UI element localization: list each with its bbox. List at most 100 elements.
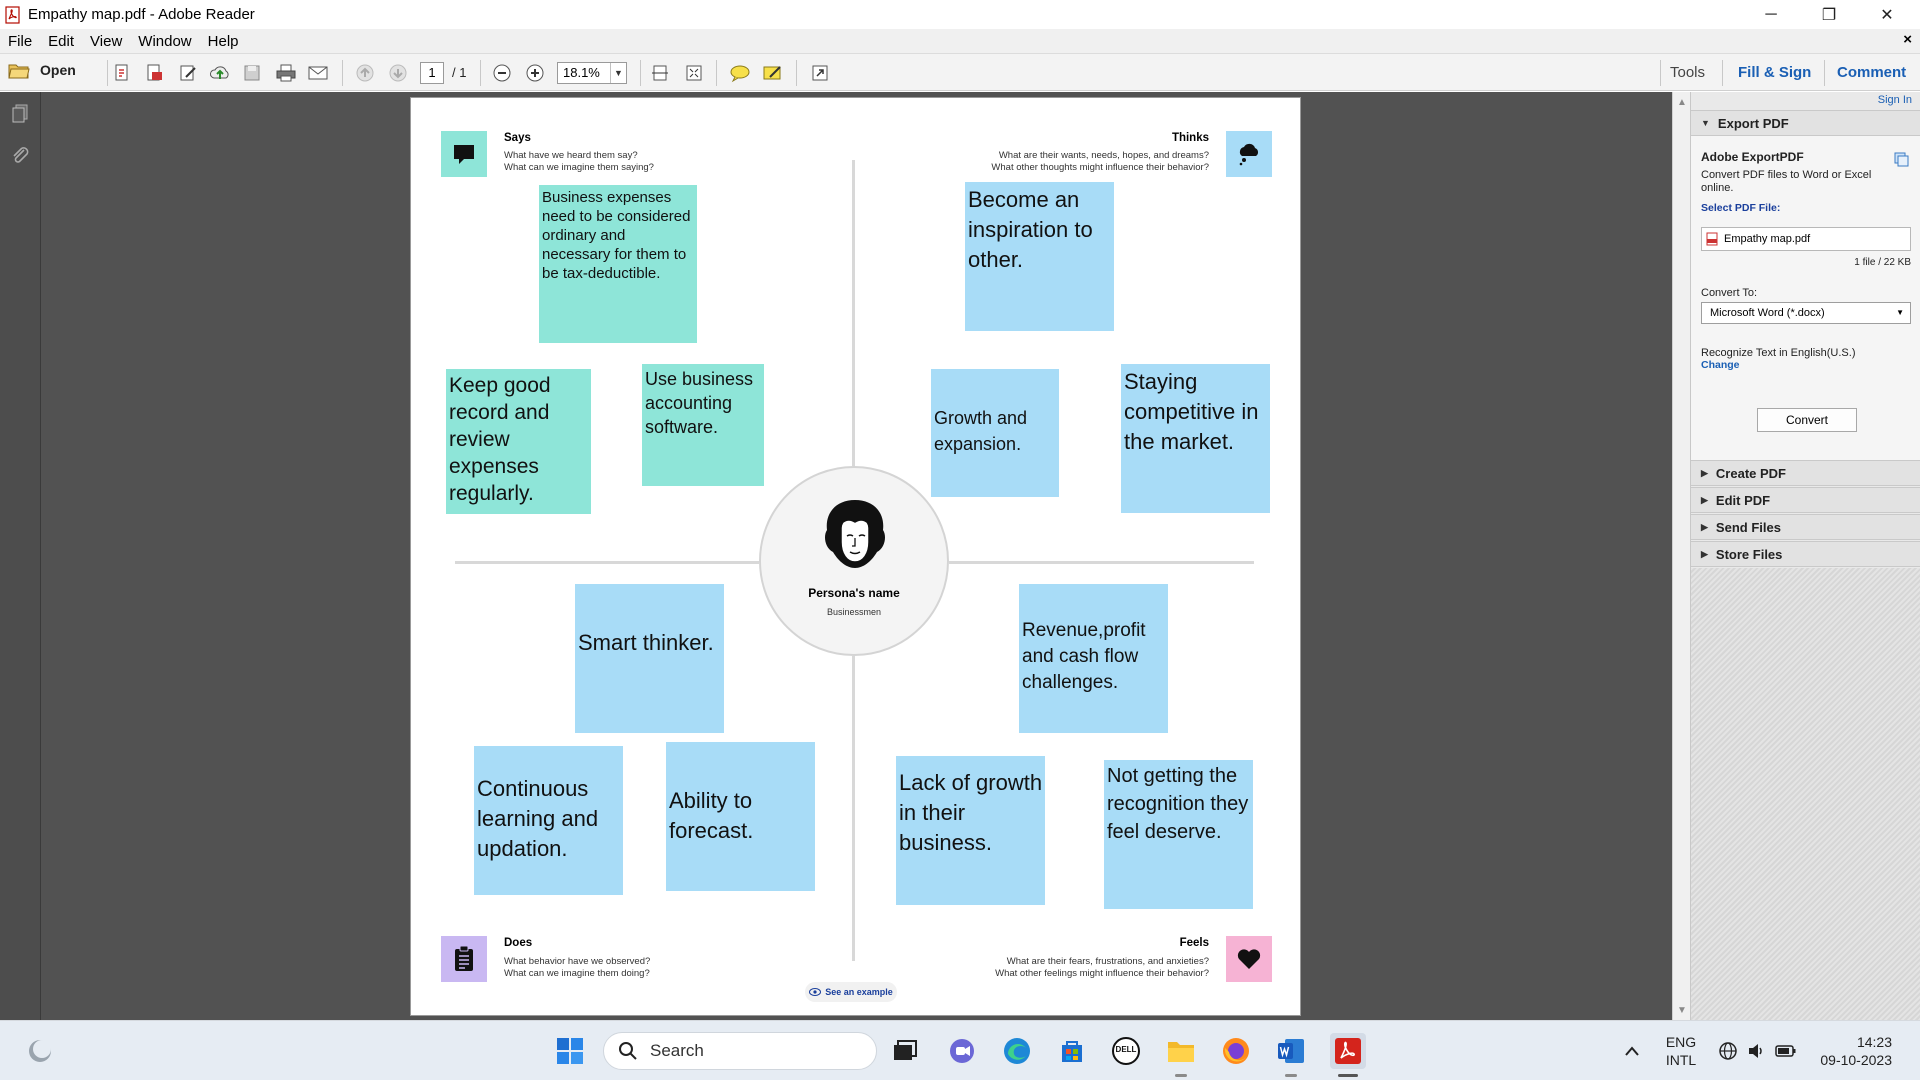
print-icon[interactable] bbox=[274, 62, 298, 84]
persona-role: Businessmen bbox=[826, 607, 882, 617]
taskbar: Search DELL ENG INTL 14:23 09-10-2023 bbox=[0, 1020, 1920, 1080]
zoom-in-icon[interactable] bbox=[523, 62, 547, 84]
sticky-note: Staying competitive in the market. bbox=[1121, 364, 1270, 513]
does-question-2: What can we imagine them doing? bbox=[504, 968, 650, 979]
volume-icon[interactable] bbox=[1740, 1035, 1772, 1067]
comment-tab[interactable]: Comment bbox=[1837, 64, 1906, 81]
fill-sign-tab[interactable]: Fill & Sign bbox=[1738, 64, 1811, 81]
send-files-section[interactable]: ▶ Send Files bbox=[1691, 514, 1920, 540]
zoom-out-icon[interactable] bbox=[490, 62, 514, 84]
tools-pane: Sign In ▼ Export PDF Adobe ExportPDF Con… bbox=[1690, 92, 1920, 1020]
export-pdf-label: Export PDF bbox=[1717, 115, 1789, 131]
convert-to-label: Convert To: bbox=[1701, 287, 1758, 299]
convert-to-select[interactable]: Microsoft Word (*.docx) ▼ bbox=[1701, 302, 1911, 324]
title-bar: Empathy map.pdf - Adobe Reader bbox=[0, 0, 1920, 29]
folder-icon bbox=[8, 61, 30, 79]
search-icon bbox=[618, 1041, 638, 1061]
taskbar-search-box[interactable]: Search bbox=[603, 1032, 877, 1070]
open-button[interactable]: Open bbox=[8, 61, 76, 79]
word-icon[interactable] bbox=[1275, 1035, 1307, 1067]
convert-pdf-icon[interactable] bbox=[142, 62, 166, 84]
quadrant-divider-vertical-bottom bbox=[852, 656, 855, 961]
search-placeholder: Search bbox=[650, 1041, 704, 1060]
menu-file[interactable]: File bbox=[0, 33, 40, 50]
scroll-down-icon[interactable]: ▼ bbox=[1677, 1005, 1687, 1016]
store-files-label: Store Files bbox=[1715, 546, 1783, 562]
edit-pdf-icon[interactable] bbox=[176, 62, 200, 84]
tools-tab[interactable]: Tools bbox=[1670, 64, 1705, 81]
change-language-link[interactable]: Change bbox=[1701, 359, 1740, 372]
send-files-label: Send Files bbox=[1715, 519, 1781, 535]
sticky-note-icon[interactable] bbox=[728, 62, 752, 84]
toolbar: Open 1 / 1 18.1% ▼ Tools Fill & Sign Com… bbox=[0, 53, 1920, 91]
dell-label: DELL bbox=[1115, 1045, 1137, 1054]
next-page-icon[interactable] bbox=[386, 62, 410, 84]
attachments-icon[interactable] bbox=[9, 144, 31, 168]
input-language-indicator[interactable]: ENG INTL bbox=[1662, 1033, 1700, 1069]
export-pdf-header[interactable]: ▼ Export PDF bbox=[1691, 110, 1920, 136]
menu-edit[interactable]: Edit bbox=[40, 33, 82, 50]
save-icon[interactable] bbox=[240, 62, 264, 84]
adobe-reader-taskbar-icon[interactable] bbox=[1330, 1033, 1366, 1069]
highlight-text-icon[interactable] bbox=[761, 62, 785, 84]
selected-file-field[interactable]: Empathy map.pdf bbox=[1701, 227, 1911, 251]
file-explorer-icon[interactable] bbox=[1165, 1035, 1197, 1067]
zoom-level-select[interactable]: 18.1% ▼ bbox=[557, 62, 627, 84]
system-clock[interactable]: 14:23 09-10-2023 bbox=[1812, 1033, 1892, 1069]
windows-start-icon[interactable] bbox=[554, 1035, 586, 1067]
cloud-upload-icon[interactable] bbox=[208, 62, 232, 84]
store-files-section[interactable]: ▶ Store Files bbox=[1691, 541, 1920, 567]
fit-width-icon[interactable] bbox=[648, 62, 672, 84]
weather-widget-icon[interactable] bbox=[24, 1035, 56, 1067]
chevron-up-icon[interactable] bbox=[1616, 1035, 1648, 1067]
language-code: ENG bbox=[1665, 1034, 1697, 1050]
sign-in-link[interactable]: Sign In bbox=[1878, 94, 1912, 106]
restore-button[interactable]: ❐ bbox=[1800, 0, 1858, 29]
minimize-button[interactable]: ─ bbox=[1742, 0, 1800, 29]
menu-help[interactable]: Help bbox=[200, 33, 247, 50]
close-document-button[interactable]: × bbox=[1903, 31, 1912, 48]
fit-page-icon[interactable] bbox=[682, 62, 706, 84]
window-title: Empathy map.pdf - Adobe Reader bbox=[28, 6, 255, 23]
open-label: Open bbox=[40, 62, 76, 78]
create-pdf-section[interactable]: ▶ Create PDF bbox=[1691, 460, 1920, 486]
page-number-input[interactable]: 1 bbox=[420, 62, 444, 84]
expand-icon[interactable] bbox=[808, 62, 832, 84]
menu-window[interactable]: Window bbox=[130, 33, 199, 50]
email-icon[interactable] bbox=[306, 62, 330, 84]
vertical-scrollbar[interactable]: ▲ ▼ bbox=[1672, 92, 1690, 1020]
zoom-value: 18.1% bbox=[563, 65, 600, 80]
task-view-icon[interactable] bbox=[889, 1035, 921, 1067]
panel-empty-area bbox=[1691, 568, 1920, 1020]
page-thumbnails-icon[interactable] bbox=[9, 102, 31, 126]
edge-browser-icon[interactable] bbox=[1001, 1035, 1033, 1067]
see-example-button[interactable]: See an example bbox=[805, 982, 897, 1002]
convert-button[interactable]: Convert bbox=[1757, 408, 1857, 432]
microsoft-store-icon[interactable] bbox=[1056, 1035, 1088, 1067]
feels-title: Feels bbox=[1179, 937, 1209, 949]
teams-chat-icon[interactable] bbox=[946, 1035, 978, 1067]
dell-app-icon[interactable]: DELL bbox=[1110, 1035, 1142, 1067]
menu-bar: File Edit View Window Help × bbox=[0, 29, 1920, 53]
does-title: Does bbox=[504, 937, 533, 949]
firefox-icon[interactable] bbox=[1220, 1035, 1252, 1067]
menu-view[interactable]: View bbox=[82, 33, 130, 50]
selected-file-name: Empathy map.pdf bbox=[1724, 233, 1811, 245]
triangle-right-icon: ▶ bbox=[1701, 467, 1708, 478]
feels-question-2: What other feelings might influence thei… bbox=[995, 968, 1209, 979]
battery-icon[interactable] bbox=[1770, 1035, 1802, 1067]
scroll-up-icon[interactable]: ▲ bbox=[1677, 97, 1687, 108]
sticky-note: Not getting the recognition they feel de… bbox=[1104, 760, 1253, 909]
create-pdf-icon[interactable] bbox=[110, 62, 134, 84]
quadrant-divider-horizontal-left bbox=[455, 561, 759, 564]
adobe-exportpdf-title: Adobe ExportPDF bbox=[1701, 150, 1804, 164]
close-window-button[interactable]: ✕ bbox=[1858, 0, 1916, 29]
explorer-running-indicator bbox=[1175, 1074, 1187, 1077]
thinks-question-2: What other thoughts might influence thei… bbox=[991, 162, 1209, 173]
thinks-question-1: What are their wants, needs, hopes, and … bbox=[998, 150, 1209, 161]
previous-page-icon[interactable] bbox=[353, 62, 377, 84]
convert-to-value: Microsoft Word (*.docx) bbox=[1710, 307, 1825, 319]
speech-bubble-icon bbox=[441, 131, 487, 177]
edit-pdf-section[interactable]: ▶ Edit PDF bbox=[1691, 487, 1920, 513]
see-example-label: See an example bbox=[825, 987, 893, 997]
